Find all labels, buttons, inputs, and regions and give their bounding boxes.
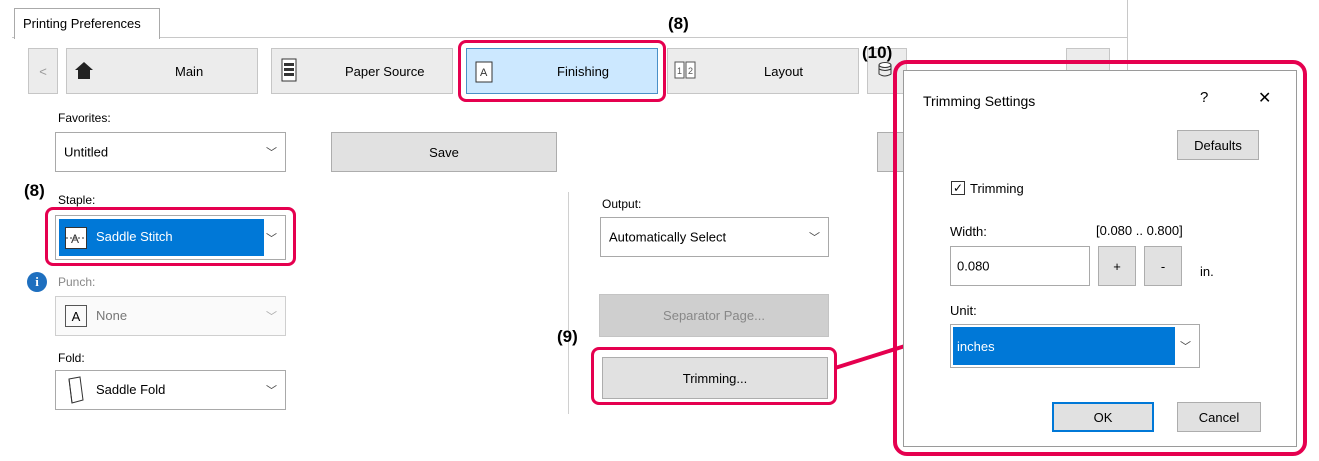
width-range: [0.080 .. 0.800] <box>1096 223 1183 238</box>
output-value: Automatically Select <box>609 229 727 245</box>
output-select[interactable]: Automatically Select ﹀ <box>600 217 829 257</box>
chevron-down-icon: ﹀ <box>266 385 277 397</box>
layout-icon: 12 <box>672 55 698 85</box>
nav-paper-source-button[interactable]: Paper Source <box>271 48 453 94</box>
help-button[interactable]: ? <box>1200 89 1208 106</box>
width-value: 0.080 <box>957 258 990 274</box>
callout-10: (10) <box>862 43 893 62</box>
finishing-highlight <box>458 40 666 102</box>
width-increment-button[interactable]: + <box>1098 246 1136 286</box>
saddle-fold-icon <box>66 376 86 407</box>
staple-highlight <box>45 207 296 266</box>
punch-select[interactable]: A None ﹀ <box>55 296 286 336</box>
column-divider <box>568 192 569 414</box>
output-label: Output: <box>602 197 642 211</box>
unit-label: Unit: <box>950 303 977 318</box>
nav-main-button[interactable]: Main <box>66 48 258 94</box>
callout-8-left: (8) <box>24 181 45 200</box>
trimming-settings-dialog: Trimming Settings ? ✕ Defaults ✓ Trimmin… <box>903 70 1297 447</box>
chevron-down-icon: ﹀ <box>1180 341 1191 353</box>
unit-select[interactable]: inches ﹀ <box>950 324 1200 368</box>
favorites-select[interactable]: Untitled ﹀ <box>55 132 286 172</box>
paper-tray-icon <box>276 55 302 85</box>
callout-9: (9) <box>557 327 578 346</box>
tab-printing-preferences[interactable]: Printing Preferences <box>14 8 160 39</box>
punch-label: Punch: <box>58 275 96 289</box>
tab-strip <box>12 6 1128 38</box>
fold-select[interactable]: Saddle Fold ﹀ <box>55 370 286 410</box>
trimming-checkbox[interactable]: ✓ <box>951 181 965 195</box>
favorites-value: Untitled <box>64 144 109 160</box>
punch-none-icon: A <box>65 305 87 327</box>
cancel-button[interactable]: Cancel <box>1177 402 1261 432</box>
close-icon[interactable]: ✕ <box>1258 88 1271 108</box>
fold-value: Saddle Fold <box>96 382 166 397</box>
svg-text:2: 2 <box>688 66 693 76</box>
ok-button[interactable]: OK <box>1052 402 1154 432</box>
unit-value: inches <box>957 339 995 354</box>
width-decrement-button[interactable]: - <box>1144 246 1182 286</box>
trimming-highlight <box>591 347 837 405</box>
staple-label: Staple: <box>58 193 96 207</box>
defaults-button[interactable]: Defaults <box>1177 130 1259 160</box>
prev-arrow: < <box>39 63 47 79</box>
nav-layout-button[interactable]: 12 Layout <box>667 48 859 94</box>
dialog-title: Trimming Settings <box>923 93 1036 109</box>
save-button[interactable]: Save <box>331 132 557 172</box>
trimming-checkbox-label: Trimming <box>970 181 1024 196</box>
svg-text:1: 1 <box>677 66 682 76</box>
home-icon <box>71 55 97 85</box>
chevron-down-icon: ﹀ <box>266 147 277 159</box>
nav-main-label: Main <box>175 64 204 79</box>
width-input[interactable]: 0.080 <box>950 246 1090 286</box>
nav-layout-label: Layout <box>764 64 804 79</box>
nav-prev-button[interactable]: < <box>28 48 58 94</box>
width-label: Width: <box>950 224 987 239</box>
nav-paper-source-label: Paper Source <box>345 64 425 79</box>
width-unit-suffix: in. <box>1200 264 1214 279</box>
favorites-label: Favorites: <box>58 111 111 125</box>
callout-8-top: (8) <box>668 14 689 33</box>
chevron-down-icon: ﹀ <box>266 311 277 323</box>
separator-page-button[interactable]: Separator Page... <box>599 294 829 337</box>
punch-value: None <box>96 308 128 323</box>
fold-label: Fold: <box>58 351 85 365</box>
chevron-down-icon: ﹀ <box>809 232 820 244</box>
info-icon: i <box>27 272 47 292</box>
